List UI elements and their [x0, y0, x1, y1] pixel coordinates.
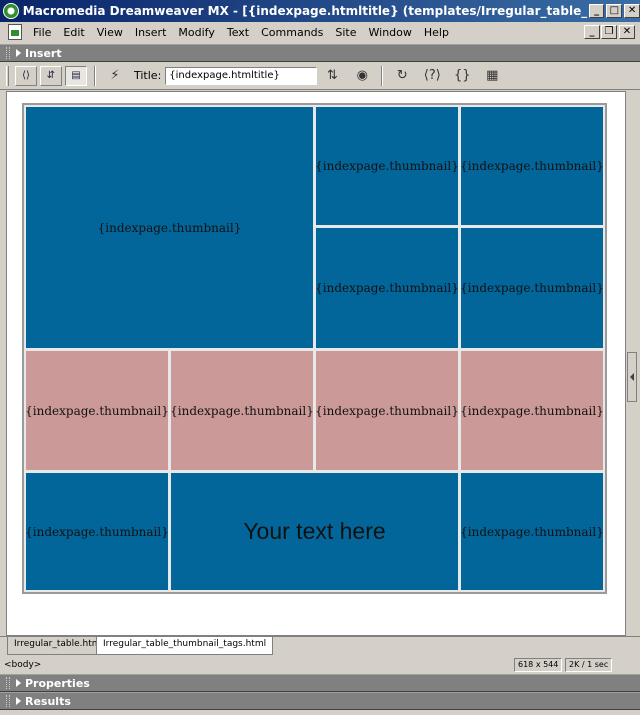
- preview-browser-icon[interactable]: ◉: [351, 66, 373, 86]
- file-management-icon[interactable]: ⇅: [321, 66, 343, 86]
- dreamweaver-app-icon[interactable]: [3, 3, 19, 19]
- panel-grip-icon[interactable]: [6, 695, 10, 707]
- expand-arrow-icon: [16, 49, 21, 57]
- expand-arrow-icon: [16, 679, 21, 687]
- doc-close-button[interactable]: ✕: [619, 25, 635, 39]
- menu-modify[interactable]: Modify: [172, 26, 220, 39]
- table-cell[interactable]: {indexpage.thumbnail}: [316, 107, 458, 225]
- table-cell[interactable]: {indexpage.thumbnail}: [316, 351, 458, 470]
- window-titlebar: Macromedia Dreamweaver MX - [{indexpage.…: [0, 0, 640, 22]
- menu-insert[interactable]: Insert: [129, 26, 173, 39]
- maximize-button[interactable]: □: [606, 4, 623, 18]
- split-view-button[interactable]: ⇵: [40, 65, 62, 86]
- toolbar-separator: [94, 65, 96, 86]
- design-view-button[interactable]: ▤: [65, 65, 87, 86]
- table-cell[interactable]: {indexpage.thumbnail}: [316, 228, 458, 348]
- reference-icon[interactable]: ⟨?⟩: [421, 66, 443, 86]
- table-cell[interactable]: {indexpage.thumbnail}: [461, 351, 603, 470]
- window-title: Macromedia Dreamweaver MX - [{indexpage.…: [22, 4, 587, 18]
- menu-bar: File Edit View Insert Modify Text Comman…: [0, 22, 640, 42]
- menu-site[interactable]: Site: [329, 26, 362, 39]
- insert-panel-label: Insert: [25, 46, 62, 60]
- table-cell[interactable]: {indexpage.thumbnail}: [461, 473, 603, 590]
- menu-edit[interactable]: Edit: [57, 26, 90, 39]
- live-data-icon[interactable]: ⚡: [104, 66, 126, 86]
- menu-file[interactable]: File: [27, 26, 57, 39]
- table-cell[interactable]: {indexpage.thumbnail}: [171, 351, 313, 470]
- toolbar-separator: [381, 65, 384, 86]
- menu-view[interactable]: View: [91, 26, 129, 39]
- document-toolbar: ⟨⟩ ⇵ ▤ ⚡ Title: {indexpage.htmltitle} ⇅ …: [0, 62, 640, 90]
- properties-panel-bar[interactable]: Properties: [0, 674, 640, 692]
- menu-commands[interactable]: Commands: [255, 26, 329, 39]
- text-cell[interactable]: Your text here: [171, 473, 458, 590]
- menu-help[interactable]: Help: [418, 26, 455, 39]
- close-button[interactable]: ✕: [624, 4, 640, 18]
- expand-arrow-icon: [16, 697, 21, 705]
- view-options-icon[interactable]: ▦: [481, 66, 503, 86]
- table-cell[interactable]: {indexpage.thumbnail}: [461, 228, 603, 348]
- panel-grip-icon[interactable]: [6, 677, 10, 689]
- doc-restore-button[interactable]: ❐: [601, 25, 617, 39]
- minimize-button[interactable]: _: [588, 4, 605, 18]
- panel-grip-icon[interactable]: [6, 47, 10, 59]
- status-bar: <body> 618 x 544 2K / 1 sec: [0, 656, 640, 674]
- menu-text[interactable]: Text: [221, 26, 255, 39]
- results-panel-bar[interactable]: Results: [0, 692, 640, 710]
- window-size-selector[interactable]: 618 x 544: [514, 658, 563, 672]
- title-label: Title:: [134, 69, 162, 82]
- irregular-table[interactable]: {indexpage.thumbnail} {indexpage.thumbna…: [22, 103, 607, 594]
- table-cell[interactable]: {indexpage.thumbnail}: [26, 107, 313, 348]
- tab-irregular-table-thumbnail-tags[interactable]: Irregular_table_thumbnail_tags.html: [96, 637, 274, 655]
- code-navigation-icon[interactable]: {}: [451, 66, 473, 86]
- properties-panel-label: Properties: [25, 676, 90, 690]
- refresh-icon[interactable]: ↻: [391, 66, 413, 86]
- tab-irregular-table[interactable]: Irregular_table.html: [7, 637, 111, 655]
- document-icon[interactable]: [8, 24, 22, 40]
- table-cell[interactable]: {indexpage.thumbnail}: [461, 107, 603, 225]
- panel-collapse-handle[interactable]: [627, 352, 637, 402]
- insert-panel-bar[interactable]: Insert: [0, 44, 640, 62]
- document-tabs: Irregular_table.html Irregular_table_thu…: [0, 636, 640, 656]
- download-time-readout: 2K / 1 sec: [565, 658, 613, 672]
- tag-selector[interactable]: <body>: [4, 660, 41, 670]
- code-view-button[interactable]: ⟨⟩: [15, 65, 37, 86]
- doc-minimize-button[interactable]: _: [584, 25, 600, 39]
- toolbar-grip-icon[interactable]: [6, 65, 9, 86]
- table-cell[interactable]: {indexpage.thumbnail}: [26, 473, 168, 590]
- table-cell[interactable]: {indexpage.thumbnail}: [26, 351, 168, 470]
- results-panel-label: Results: [25, 694, 71, 708]
- page-title-input[interactable]: {indexpage.htmltitle}: [165, 66, 318, 85]
- menu-window[interactable]: Window: [363, 26, 418, 39]
